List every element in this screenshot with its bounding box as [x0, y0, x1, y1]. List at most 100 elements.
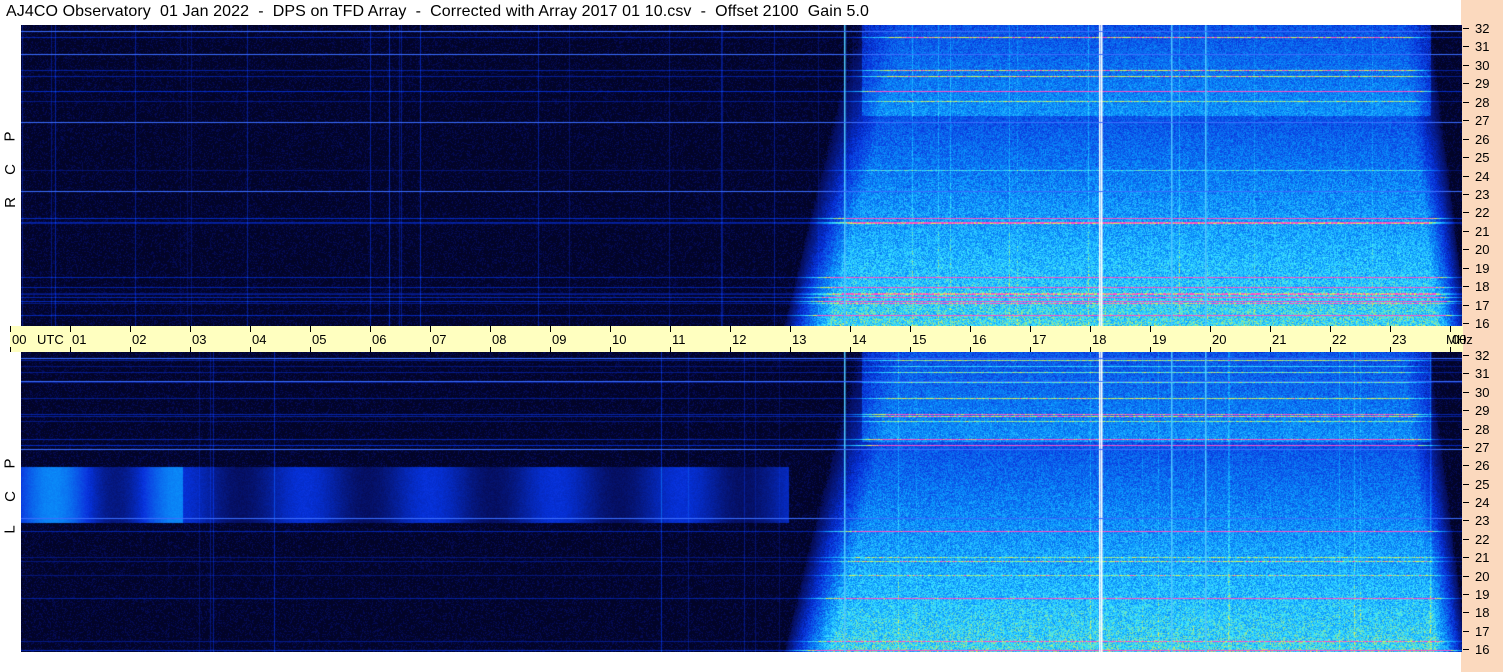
mhz-tick [1463, 631, 1469, 632]
utc-tick [850, 326, 851, 332]
mhz-tick [1463, 557, 1469, 558]
utc-tick [430, 326, 431, 332]
utc-hour-label: 02 [132, 332, 147, 347]
utc-hour-label: 06 [372, 332, 387, 347]
mhz-label: 22 [1475, 205, 1490, 220]
utc-tick [130, 326, 131, 332]
utc-hour-label: 21 [1272, 332, 1287, 347]
mhz-tick [1463, 83, 1469, 84]
utc-tick [310, 326, 311, 332]
utc-tick [670, 326, 671, 332]
utc-hour-label: 13 [792, 332, 807, 347]
mhz-label: 18 [1475, 605, 1490, 620]
lcp-spectrogram-canvas[interactable] [21, 352, 1462, 652]
utc-hour-label: 17 [1032, 332, 1047, 347]
utc-tick [610, 326, 611, 332]
mhz-tick [1463, 484, 1469, 485]
utc-hour-label: 23 [1392, 332, 1407, 347]
mhz-label: 17 [1475, 298, 1490, 313]
mhz-label: 20 [1475, 242, 1490, 257]
mhz-label: 29 [1475, 76, 1490, 91]
utc-tick [1090, 326, 1091, 332]
mhz-label: 20 [1475, 569, 1490, 584]
utc-tick [1330, 326, 1331, 332]
mhz-label: 27 [1475, 113, 1490, 128]
utc-tick [910, 326, 911, 332]
mhz-tick [1463, 28, 1469, 29]
mhz-tick [1463, 355, 1469, 356]
utc-tick [1270, 326, 1271, 332]
utc-hour-label: 15 [912, 332, 927, 347]
utc-tick [970, 326, 971, 332]
mhz-tick [1463, 373, 1469, 374]
utc-tick [730, 326, 731, 332]
mhz-tick [1463, 286, 1469, 287]
lcp-mhz-axis: 32 31 30 29 28 27 26 25 24 23 22 21 20 19 18 17 16 [1461, 348, 1503, 656]
utc-tick [10, 347, 11, 352]
mhz-tick [1463, 305, 1469, 306]
utc-tick [490, 326, 491, 332]
mhz-label: 29 [1475, 403, 1490, 418]
utc-tick [1150, 326, 1151, 332]
mhz-tick [1463, 194, 1469, 195]
mhz-label: 30 [1475, 58, 1490, 73]
mhz-tick [1463, 323, 1469, 324]
utc-hour-label: 18 [1092, 332, 1107, 347]
mhz-label: 18 [1475, 279, 1490, 294]
mhz-tick [1463, 429, 1469, 430]
utc-hour-label: 12 [732, 332, 747, 347]
mhz-tick [1463, 157, 1469, 158]
rcp-spectrogram-canvas[interactable] [21, 25, 1462, 326]
mhz-label: 17 [1475, 624, 1490, 639]
rcp-label: P C R [0, 120, 20, 230]
mhz-label: 23 [1475, 187, 1490, 202]
mhz-label: 19 [1475, 587, 1490, 602]
mhz-tick [1463, 410, 1469, 411]
mhz-label: 31 [1475, 366, 1490, 381]
mhz-tick [1463, 139, 1469, 140]
mhz-tick [1463, 120, 1469, 121]
utc-hour-label: 01 [72, 332, 87, 347]
utc-hour-label: 09 [552, 332, 567, 347]
mhz-label: 21 [1475, 550, 1490, 565]
mhz-label: 25 [1475, 477, 1490, 492]
mhz-label: 27 [1475, 440, 1490, 455]
utc-hour-label: 04 [252, 332, 267, 347]
mhz-tick [1463, 102, 1469, 103]
utc-tick [1210, 326, 1211, 332]
rcp-spectrogram[interactable] [21, 25, 1462, 326]
utc-tick [70, 326, 71, 332]
mhz-unit-label: MHz [1446, 332, 1473, 347]
mhz-label: 26 [1475, 458, 1490, 473]
mhz-tick [1463, 539, 1469, 540]
title-bar: AJ4CO Observatory 01 Jan 2022 - DPS on T… [0, 0, 1461, 25]
rcp-mhz-axis: 32 31 30 29 28 27 26 25 24 23 22 21 20 19 18 17 16 [1461, 22, 1503, 330]
utc-tick [370, 326, 371, 332]
utc-hour-label: 07 [432, 332, 447, 347]
utc-hour-label: 11 [672, 332, 686, 347]
utc-hour-label: 08 [492, 332, 507, 347]
lcp-spectrogram[interactable] [21, 352, 1462, 652]
utc-hour-label: 00 [12, 332, 27, 347]
utc-hour-label: 22 [1332, 332, 1347, 347]
utc-tick [1030, 326, 1031, 332]
utc-tick [1390, 326, 1391, 332]
mhz-label: 21 [1475, 224, 1490, 239]
lcp-label: P C L [0, 447, 20, 557]
utc-hour-label: 16 [972, 332, 987, 347]
mhz-tick [1463, 392, 1469, 393]
mhz-tick [1463, 576, 1469, 577]
mhz-label: 25 [1475, 150, 1490, 165]
utc-tick [550, 326, 551, 332]
mhz-tick [1463, 649, 1469, 650]
mhz-label: 32 [1475, 348, 1490, 363]
mhz-tick [1463, 65, 1469, 66]
mhz-tick [1463, 612, 1469, 613]
mhz-label: 22 [1475, 532, 1490, 547]
mhz-tick [1463, 268, 1469, 269]
mhz-label: 24 [1475, 495, 1490, 510]
mhz-tick [1463, 447, 1469, 448]
window-title: AJ4CO Observatory 01 Jan 2022 - DPS on T… [6, 3, 870, 20]
utc-hour-label: 03 [192, 332, 207, 347]
utc-unit-label: UTC [37, 332, 64, 347]
